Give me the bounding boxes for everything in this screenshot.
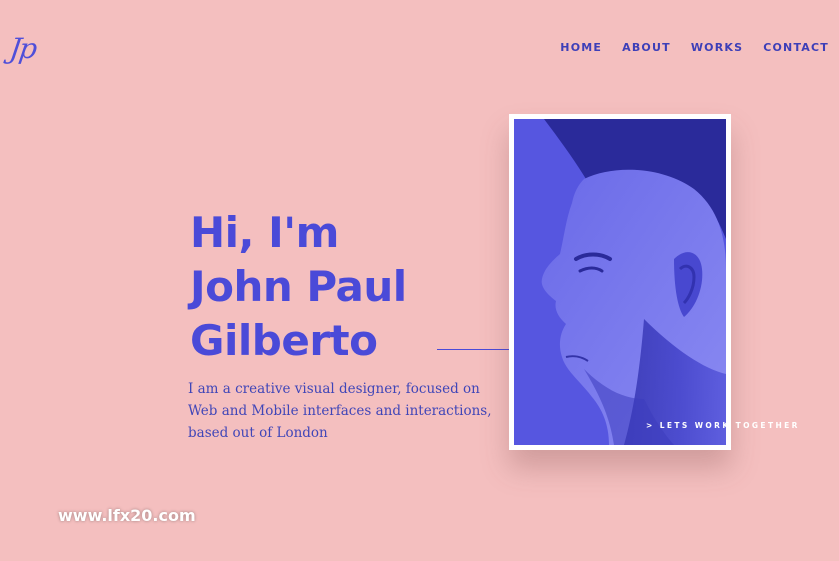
lets-work-together-link[interactable]: > LETS WORK TOGETHER [646,421,800,430]
main-nav: HOME ABOUT WORKS CONTACT [540,41,829,54]
hero-title-line: John Paul [190,262,407,311]
watermark-text: www.lfx20.com [58,506,196,525]
portrait-photo [514,119,726,445]
nav-contact[interactable]: CONTACT [763,41,829,54]
hero-title-line: Hi, I'm [190,208,339,257]
intro-line: based out of London [188,425,328,441]
nav-home[interactable]: HOME [560,41,602,54]
portrait-frame [509,114,731,450]
hero-title-line: Gilberto [190,316,378,365]
intro-line: I am a creative visual designer, focused… [188,381,480,397]
nav-about[interactable]: ABOUT [622,41,671,54]
hero-title: Hi, I'm John Paul Gilberto [190,206,407,368]
hero-intro: I am a creative visual designer, focused… [188,378,492,444]
portrait-illustration [514,119,726,445]
nav-works[interactable]: WORKS [691,41,743,54]
brand-logo[interactable]: Jp [8,32,38,65]
intro-line: Web and Mobile interfaces and interactio… [188,403,492,419]
